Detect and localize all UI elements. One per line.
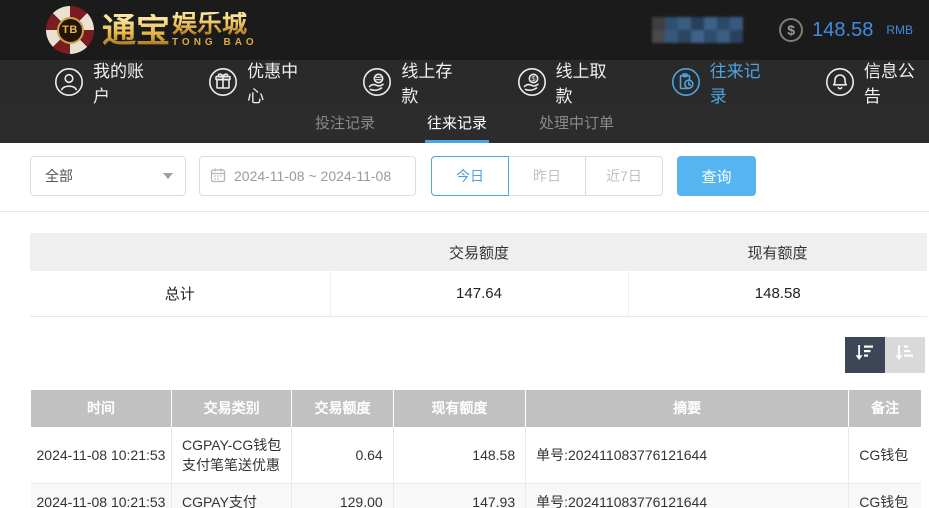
summary-total-label: 总计	[30, 271, 330, 317]
deposit-icon	[362, 67, 392, 97]
tab-bet-records[interactable]: 投注记录	[313, 104, 377, 143]
logo-text: 通宝 娱乐城 TONG BAO	[102, 10, 258, 50]
col-header-amount: 交易额度	[291, 389, 394, 427]
cell-amount: 0.64	[291, 426, 394, 484]
redacted-username[interactable]	[652, 17, 744, 43]
tab-transaction-records[interactable]: 往来记录	[424, 104, 489, 143]
cell-note: CG钱包	[848, 426, 921, 484]
sort-descending-button[interactable]	[845, 336, 885, 373]
table-row: 2024-11-08 10:21:53 CGPAY支付 129.00 147.9…	[31, 483, 921, 508]
nav-label: 线上取款	[555, 62, 607, 106]
calendar-icon	[210, 167, 226, 186]
cell-balance: 148.58	[392, 426, 527, 484]
nav-label: 往来记录	[709, 62, 761, 106]
cell-balance: 147.93	[392, 483, 527, 508]
type-select-value: 全部	[45, 168, 73, 184]
chip-monogram: TB	[56, 16, 84, 44]
sort-amount-asc-icon	[894, 341, 916, 368]
col-header-balance: 现有额度	[392, 389, 526, 427]
main-navigation: 我的账户 优惠中心 线上存款 $ 线上取款 往来记录 信息公告	[0, 57, 929, 107]
sort-ascending-button[interactable]	[885, 336, 925, 373]
nav-item-deposit[interactable]: 线上存款	[362, 57, 466, 107]
cell-summary: 单号:202411083776121644	[525, 426, 850, 484]
cell-type: CGPAY支付	[170, 483, 293, 508]
summary-total-amount: 147.64	[329, 271, 628, 317]
cell-time: 2024-11-08 10:21:53	[31, 483, 172, 508]
transactions-header-row: 时间 交易类别 交易额度 现有额度 摘要 备注	[31, 389, 921, 427]
summary-total-row: 总计 147.64 148.58	[30, 271, 927, 317]
section-divider	[0, 211, 929, 212]
transactions-table: 时间 交易类别 交易额度 现有额度 摘要 备注 2024-11-08 10:21…	[31, 389, 921, 508]
summary-header-balance: 现有额度	[628, 233, 927, 271]
gift-icon	[208, 67, 238, 97]
col-header-summary: 摘要	[525, 389, 849, 427]
user-icon	[54, 67, 84, 97]
col-header-note: 备注	[848, 389, 921, 427]
nav-label: 线上存款	[401, 62, 453, 106]
query-button[interactable]: 查询	[677, 156, 756, 196]
nav-item-withdraw[interactable]: $ 线上取款	[517, 57, 621, 107]
nav-label: 信息公告	[863, 62, 915, 106]
withdraw-icon: $	[517, 67, 547, 97]
cell-amount: 129.00	[291, 483, 394, 508]
top-header: TB 通宝 娱乐城 TONG BAO $ 148.58 RMB	[0, 0, 929, 60]
cell-note: CG钱包	[848, 483, 921, 508]
tab-pending-orders[interactable]: 处理中订单	[537, 104, 616, 143]
site-logo[interactable]: TB 通宝 娱乐城 TONG BAO	[46, 6, 258, 54]
logo-title-sub: 娱乐城	[172, 10, 248, 38]
date-range-value: 2024-11-08 ~ 2024-11-08	[234, 168, 392, 184]
cell-summary: 单号:202411083776121644	[525, 483, 850, 508]
col-header-type: 交易类别	[170, 389, 292, 427]
quick-range-group: 今日 昨日 近7日	[431, 156, 663, 196]
nav-item-announcements[interactable]: 信息公告	[825, 57, 929, 107]
account-balance[interactable]: $ 148.58 RMB	[779, 18, 913, 42]
bell-icon	[825, 67, 855, 97]
poker-chip-icon: TB	[46, 6, 94, 54]
filter-bar: 全部 2024-11-08 ~ 2024-11-08 今日 昨日 近7日 查询	[30, 156, 929, 196]
logo-title-main: 通宝	[102, 12, 170, 50]
record-tabs: 投注记录 往来记录 处理中订单	[0, 104, 929, 143]
range-last7days-button[interactable]: 近7日	[585, 156, 663, 196]
summary-table: 交易额度 现有额度 总计 147.64 148.58	[30, 233, 927, 317]
col-header-time: 时间	[31, 389, 172, 427]
nav-item-promotions[interactable]: 优惠中心	[208, 57, 312, 107]
range-today-button[interactable]: 今日	[431, 156, 509, 196]
records-icon	[671, 67, 701, 97]
chevron-down-icon	[163, 173, 173, 179]
cell-time: 2024-11-08 10:21:53	[31, 426, 172, 484]
type-select[interactable]: 全部	[30, 156, 186, 196]
sort-amount-desc-icon	[854, 341, 876, 368]
range-yesterday-button[interactable]: 昨日	[508, 156, 586, 196]
sort-controls	[0, 336, 925, 373]
balance-currency: RMB	[886, 23, 913, 37]
nav-label: 优惠中心	[247, 62, 299, 106]
nav-item-transaction-records[interactable]: 往来记录	[671, 57, 775, 107]
summary-header-amount: 交易额度	[330, 233, 628, 271]
table-row: 2024-11-08 10:21:53 CGPAY-CG钱包支付笔笔送优惠 0.…	[31, 426, 921, 484]
nav-item-my-account[interactable]: 我的账户	[54, 57, 158, 107]
date-range-input[interactable]: 2024-11-08 ~ 2024-11-08	[199, 156, 416, 196]
balance-amount: 148.58	[812, 18, 874, 41]
username-mosaic	[652, 17, 744, 43]
cell-type: CGPAY-CG钱包支付笔笔送优惠	[170, 426, 293, 484]
summary-header-empty	[30, 233, 330, 271]
summary-total-balance: 148.58	[627, 271, 927, 317]
nav-label: 我的账户	[93, 62, 144, 106]
logo-title-en: TONG BAO	[172, 37, 258, 48]
dollar-circle-icon: $	[779, 18, 804, 42]
